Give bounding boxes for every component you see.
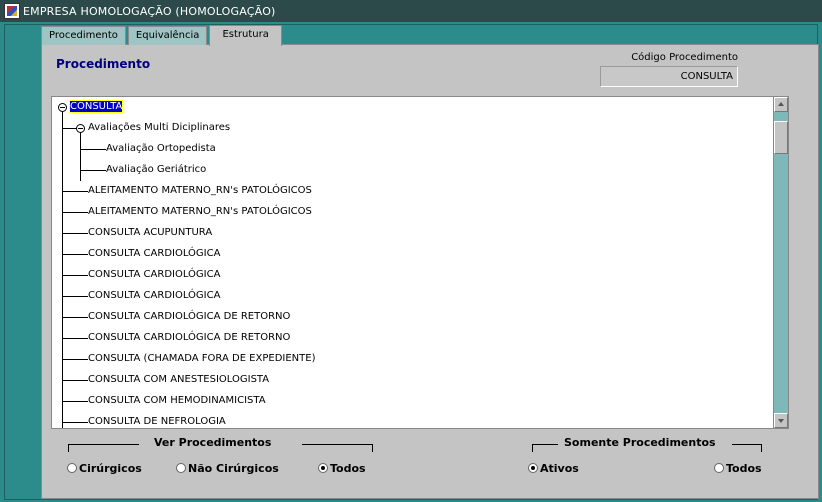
radio-label: Cirúrgicos xyxy=(79,461,142,475)
tree-connector xyxy=(62,275,88,276)
tree-connector xyxy=(80,149,106,150)
tab-strip: Procedimento Equivalência Estrutura xyxy=(41,25,284,46)
tree-node[interactable]: CONSULTA CARDIOLÓGICA xyxy=(88,266,220,284)
scroll-thumb[interactable] xyxy=(774,121,788,154)
tree-connector xyxy=(62,212,88,213)
group-bracket-left xyxy=(532,444,558,452)
tree-connector xyxy=(80,170,106,171)
tree-connector xyxy=(62,380,88,381)
tree-node[interactable]: CONSULTA ACUPUNTURA xyxy=(88,224,212,242)
radio-label: Todos xyxy=(726,461,762,475)
structure-tree[interactable]: CONSULTA Avaliações Multi Diciplinares A… xyxy=(51,96,789,429)
tree-node[interactable]: CONSULTA DE NEFROLOGIA xyxy=(88,413,226,428)
radio-dot[interactable] xyxy=(318,463,328,473)
tree-node[interactable]: CONSULTA CARDIOLÓGICA DE RETORNO xyxy=(88,308,290,326)
tree-node[interactable]: CONSULTA CARDIOLÓGICA xyxy=(88,245,220,263)
vertical-scrollbar[interactable] xyxy=(773,97,788,428)
tree-content: CONSULTA Avaliações Multi Diciplinares A… xyxy=(52,97,774,428)
tree-branch-line xyxy=(80,128,81,181)
tree-node-group[interactable]: Avaliações Multi Diciplinares xyxy=(88,119,230,137)
radio-nao-cirurgicos[interactable]: Não Cirúrgicos xyxy=(176,460,279,476)
radio-dot[interactable] xyxy=(528,463,538,473)
tree-node[interactable]: CONSULTA CARDIOLÓGICA xyxy=(88,287,220,305)
app-icon[interactable] xyxy=(4,3,20,19)
title-bar: EMPRESA HOMOLOGAÇÃO (HOMOLOGAÇÃO) xyxy=(0,0,822,22)
radio-label: Todos xyxy=(330,461,366,475)
ver-procedimentos-legend: Ver Procedimentos xyxy=(154,436,272,449)
code-label: Código Procedimento xyxy=(631,52,738,63)
tree-connector xyxy=(62,233,88,234)
tree-connector xyxy=(62,296,88,297)
collapse-toggle-icon[interactable] xyxy=(58,103,67,112)
tree-connector xyxy=(62,254,88,255)
tree-node[interactable]: CONSULTA COM ANESTESIOLOGISTA xyxy=(88,371,269,389)
somente-procedimentos-legend: Somente Procedimentos xyxy=(564,436,716,449)
tree-connector xyxy=(62,128,76,129)
tab-procedimento[interactable]: Procedimento xyxy=(41,26,126,45)
tree-connector xyxy=(62,422,88,423)
radio-label: Não Cirúrgicos xyxy=(188,461,279,475)
radio-dot[interactable] xyxy=(714,463,724,473)
radio-label: Ativos xyxy=(540,461,579,475)
scroll-down-icon[interactable] xyxy=(774,413,788,428)
tree-connector xyxy=(62,317,88,318)
radio-somente-todos[interactable]: Todos xyxy=(714,460,762,476)
tab-equivalencia[interactable]: Equivalência xyxy=(127,26,208,45)
tree-node[interactable]: Avaliação Geriátrico xyxy=(106,161,206,179)
radio-ver-todos[interactable]: Todos xyxy=(318,460,366,476)
tree-node[interactable]: ALEITAMENTO MATERNO_RN's PATOLÓGICOS xyxy=(88,203,312,221)
code-field[interactable]: CONSULTA xyxy=(600,66,738,87)
tree-connector xyxy=(62,401,88,402)
window-title: EMPRESA HOMOLOGAÇÃO (HOMOLOGAÇÃO) xyxy=(23,4,276,18)
tree-connector xyxy=(62,359,88,360)
tree-node[interactable]: CONSULTA (CHAMADA FORA DE EXPEDIENTE) xyxy=(88,350,315,368)
scroll-up-icon[interactable] xyxy=(774,97,788,112)
radio-dot[interactable] xyxy=(176,463,186,473)
radio-ativos[interactable]: Ativos xyxy=(528,460,579,476)
collapse-toggle-icon[interactable] xyxy=(76,124,85,133)
group-bracket-right xyxy=(732,444,762,452)
radio-cirurgicos[interactable]: Cirúrgicos xyxy=(67,460,142,476)
section-title: Procedimento xyxy=(56,57,151,71)
tree-node[interactable]: ALEITAMENTO MATERNO_RN's PATOLÓGICOS xyxy=(88,182,312,200)
tree-connector xyxy=(62,191,88,192)
radio-dot[interactable] xyxy=(67,463,77,473)
tab-estrutura[interactable]: Estrutura xyxy=(209,25,282,46)
tree-node[interactable]: CONSULTA COM HEMODINAMICISTA xyxy=(88,392,266,410)
tree-connector xyxy=(62,338,88,339)
tree-node-root[interactable]: CONSULTA xyxy=(68,98,124,116)
group-bracket-right xyxy=(302,444,373,452)
tree-node[interactable]: Avaliação Ortopedista xyxy=(106,140,216,158)
group-bracket-left xyxy=(68,444,139,452)
tree-node[interactable]: CONSULTA CARDIOLÓGICA DE RETORNO xyxy=(88,329,290,347)
